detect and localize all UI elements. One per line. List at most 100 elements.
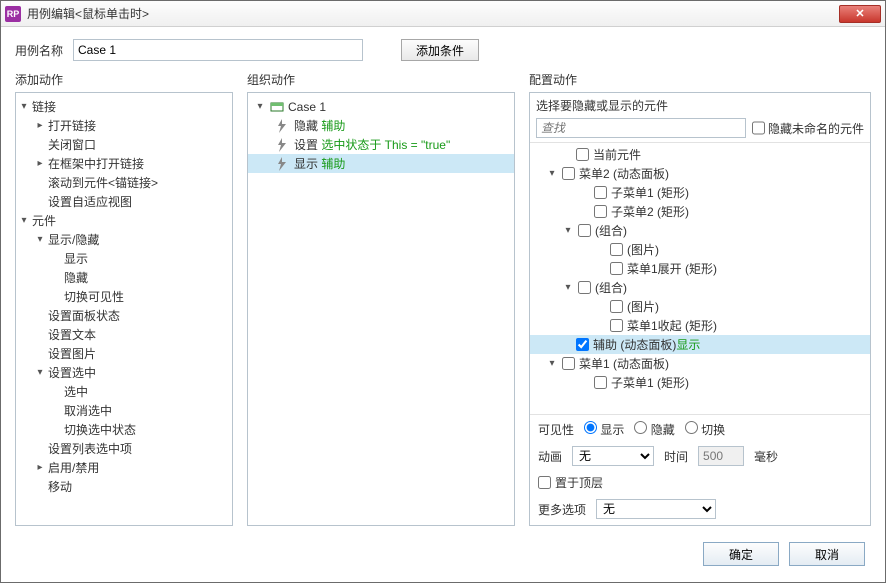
widget-tree-item[interactable]: 当前元件	[530, 145, 870, 164]
radio-toggle[interactable]: 切换	[685, 421, 725, 438]
action-tree-item[interactable]: 设置自适应视图	[16, 192, 232, 211]
options-area: 可见性 显示 隐藏 切换 动画 无 时间 毫秒	[530, 415, 870, 525]
action-row[interactable]: 设置 选中状态于 This = "true"	[248, 135, 514, 154]
action-tree-item[interactable]: 选中	[16, 382, 232, 401]
add-condition-button[interactable]: 添加条件	[401, 39, 479, 61]
widget-checkbox[interactable]	[576, 338, 589, 351]
action-row[interactable]: 显示 辅助	[248, 154, 514, 173]
widget-tree[interactable]: 当前元件▾菜单2 (动态面板)子菜单1 (矩形)子菜单2 (矩形)▾(组合)(图…	[530, 143, 870, 414]
action-tree-item[interactable]: 显示	[16, 249, 232, 268]
widget-checkbox[interactable]	[562, 167, 575, 180]
hide-unnamed-checkbox-label[interactable]: 隐藏未命名的元件	[752, 118, 864, 138]
widget-tree-item[interactable]: 辅助 (动态面板) 显示	[530, 335, 870, 354]
widget-checkbox[interactable]	[594, 376, 607, 389]
action-row[interactable]: 隐藏 辅助	[248, 116, 514, 135]
footer: 确定 取消	[15, 536, 871, 572]
widget-checkbox[interactable]	[578, 281, 591, 294]
widget-tree-item[interactable]: ▾菜单1 (动态面板)	[530, 354, 870, 373]
bring-to-front-checkbox[interactable]	[538, 476, 551, 489]
action-tree-item[interactable]: ▸启用/禁用	[16, 458, 232, 477]
case-name-input[interactable]	[73, 39, 363, 61]
widget-checkbox[interactable]	[610, 319, 623, 332]
action-tree-item[interactable]: 切换可见性	[16, 287, 232, 306]
action-tree-item[interactable]: 取消选中	[16, 401, 232, 420]
hide-unnamed-checkbox[interactable]	[752, 118, 765, 138]
widget-label: 菜单1 (动态面板)	[579, 355, 669, 372]
action-tree-item[interactable]: ▾元件	[16, 211, 232, 230]
tree-item-label: 隐藏	[62, 269, 88, 286]
close-button[interactable]: ✕	[839, 5, 881, 23]
widget-label: 子菜单1 (矩形)	[611, 184, 689, 201]
action-tree-item[interactable]: ▸打开链接	[16, 116, 232, 135]
action-tree-item[interactable]: 设置列表选中项	[16, 439, 232, 458]
widget-tree-item[interactable]: (图片)	[530, 240, 870, 259]
radio-show-input[interactable]	[584, 421, 597, 434]
titlebar: RP 用例编辑<鼠标单击时> ✕	[1, 1, 885, 27]
widget-checkbox[interactable]	[594, 186, 607, 199]
animation-select[interactable]: 无	[572, 446, 654, 466]
action-tree-item[interactable]: ▾显示/隐藏	[16, 230, 232, 249]
action-tree-item[interactable]: ▾设置选中	[16, 363, 232, 382]
action-tree-item[interactable]: 滚动到元件<锚链接>	[16, 173, 232, 192]
widget-tree-item[interactable]: 子菜单1 (矩形)	[530, 373, 870, 392]
case-label: Case 1	[288, 100, 326, 114]
more-select[interactable]: 无	[596, 499, 716, 519]
widget-checkbox[interactable]	[610, 262, 623, 275]
case-row[interactable]: ▾Case 1	[248, 97, 514, 116]
action-tree-item[interactable]: 隐藏	[16, 268, 232, 287]
action-tree-item[interactable]: ▸在框架中打开链接	[16, 154, 232, 173]
widget-tree-item[interactable]: 菜单1收起 (矩形)	[530, 316, 870, 335]
action-tree-item[interactable]: 移动	[16, 477, 232, 496]
widget-tree-item[interactable]: ▾(组合)	[530, 221, 870, 240]
widget-label: (组合)	[595, 222, 627, 239]
action-tree-item[interactable]: 设置文本	[16, 325, 232, 344]
action-tree-item[interactable]: 切换选中状态	[16, 420, 232, 439]
widget-tree-item[interactable]: 子菜单2 (矩形)	[530, 202, 870, 221]
ok-button[interactable]: 确定	[703, 542, 779, 566]
action-tree-item[interactable]: 设置图片	[16, 344, 232, 363]
bring-to-front-checkbox-label[interactable]: 置于顶层	[538, 474, 603, 491]
col-organize-action-title: 组织动作	[247, 71, 515, 88]
widget-checkbox[interactable]	[576, 148, 589, 161]
tree-twisty-icon: ▸	[34, 120, 46, 131]
widget-checkbox[interactable]	[610, 300, 623, 313]
radio-hide-input[interactable]	[634, 421, 647, 434]
search-input[interactable]	[536, 118, 746, 138]
widget-tree-item[interactable]: ▾ (组合)	[530, 278, 870, 297]
radio-show[interactable]: 显示	[584, 421, 624, 438]
action-tree-item[interactable]: ▾链接	[16, 97, 232, 116]
tree-item-label: 元件	[30, 212, 56, 229]
widget-label: (图片)	[627, 298, 659, 315]
cancel-button[interactable]: 取消	[789, 542, 865, 566]
case-name-row: 用例名称 添加条件	[15, 39, 871, 61]
time-input[interactable]	[698, 446, 744, 466]
tree-item-label: 选中	[62, 383, 88, 400]
radio-toggle-input[interactable]	[685, 421, 698, 434]
widget-label: 菜单2 (动态面板)	[579, 165, 669, 182]
widget-checkbox[interactable]	[578, 224, 591, 237]
tree-item-label: 设置自适应视图	[46, 193, 132, 210]
organize-action-tree[interactable]: ▾Case 1隐藏 辅助设置 选中状态于 This = "true"显示 辅助	[248, 93, 514, 525]
tree-twisty-icon: ▾	[562, 282, 574, 293]
widget-checkbox[interactable]	[594, 205, 607, 218]
widget-label: 辅助 (动态面板)	[593, 336, 676, 353]
configure-action-panel: 选择要隐藏或显示的元件 隐藏未命名的元件 当前元件▾菜单2 (动态面板)子菜单1…	[529, 92, 871, 526]
col-add-action-title: 添加动作	[15, 71, 233, 88]
widget-checkbox[interactable]	[610, 243, 623, 256]
radio-hide[interactable]: 隐藏	[634, 421, 674, 438]
action-tree-item[interactable]: 设置面板状态	[16, 306, 232, 325]
widget-checkbox[interactable]	[562, 357, 575, 370]
widget-tree-item[interactable]: ▾菜单2 (动态面板)	[530, 164, 870, 183]
widget-tree-item[interactable]: (图片)	[530, 297, 870, 316]
app-icon: RP	[5, 6, 21, 22]
bolt-icon	[276, 138, 290, 152]
dialog-window: RP 用例编辑<鼠标单击时> ✕ 用例名称 添加条件 添加动作 ▾链接▸打开链接…	[0, 0, 886, 583]
widget-label: 当前元件	[593, 146, 641, 163]
action-tree-item[interactable]: 关闭窗口	[16, 135, 232, 154]
widget-tree-item[interactable]: 菜单1展开 (矩形)	[530, 259, 870, 278]
tree-item-label: 设置面板状态	[46, 307, 120, 324]
add-action-tree[interactable]: ▾链接▸打开链接关闭窗口▸在框架中打开链接滚动到元件<锚链接>设置自适应视图▾元…	[16, 93, 232, 525]
visibility-label: 可见性	[538, 421, 574, 438]
widget-tree-item[interactable]: 子菜单1 (矩形)	[530, 183, 870, 202]
widget-label: (组合)	[595, 279, 627, 296]
